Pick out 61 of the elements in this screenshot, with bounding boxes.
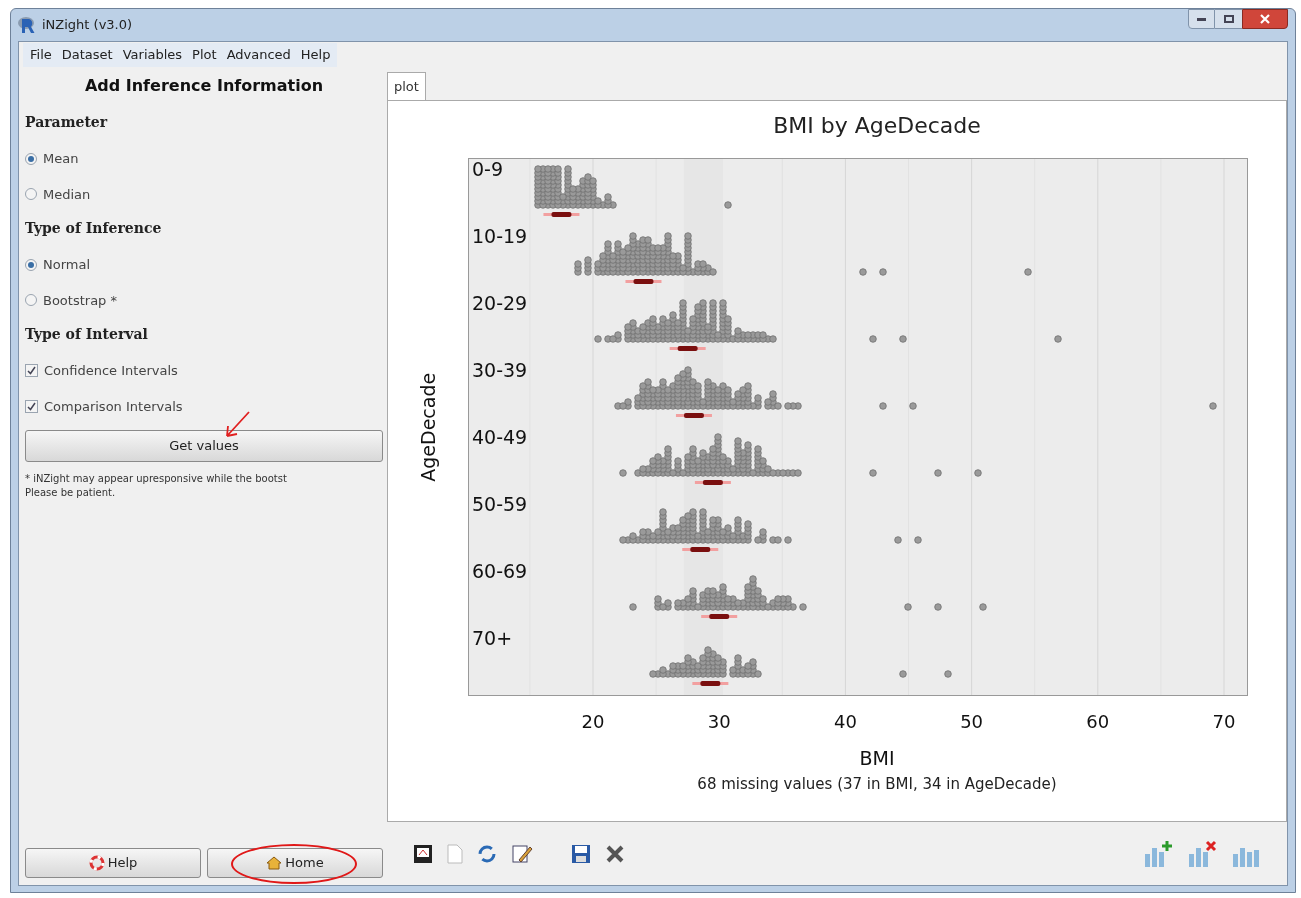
x-tick-label: 40 [833,710,857,734]
radio-button[interactable] [25,188,37,201]
refresh-icon[interactable] [477,843,497,864]
option-label: Comparison Intervals [44,397,183,416]
x-tick-label: 70 [1212,710,1236,734]
group-label: 40-49 [472,428,528,447]
remove-bars-icon[interactable] [1187,839,1217,868]
option-label: Median [43,185,91,204]
r-logo-icon [18,16,36,34]
menu-item[interactable]: Variables [117,45,188,65]
lifebuoy-icon [88,855,105,871]
x-axis-label: BMI [859,746,895,771]
missing-values-note: 68 missing values (37 in BMI, 34 in AgeDecade) [697,773,1057,795]
checkbox[interactable] [25,364,38,378]
menu-item[interactable]: Dataset [56,45,118,65]
maximize-button[interactable] [1215,9,1242,29]
help-button[interactable]: Help [25,848,201,878]
plot-title: BMI by AgeDecade [773,112,981,140]
radio-button[interactable] [25,152,37,165]
close-icon [1260,14,1270,24]
section-heading: Type of Inference [25,219,163,238]
x-tick-label: 20 [581,710,605,734]
group-label: 70+ [472,629,513,648]
export-icon[interactable] [413,843,433,864]
plot-tab[interactable]: plot [387,72,426,100]
menu-item[interactable]: File [25,45,57,65]
close-button[interactable] [1242,9,1288,29]
menu-item[interactable]: Help [295,45,336,65]
note-text: * iNZight may appear upresponsive while the bootst [25,472,288,486]
x-tick-label: 30 [707,710,731,734]
radio-button[interactable] [25,258,37,271]
pencil-icon[interactable] [511,842,533,865]
x-tick-label: 50 [960,710,984,734]
option-label: Normal [43,256,91,274]
group-label: 20-29 [472,294,528,313]
group-label: 10-19 [472,227,528,246]
group-label: 0-9 [472,160,504,179]
option-label: Confidence Intervals [44,362,178,380]
x-tick-label: 60 [1086,710,1110,734]
panel-title: Add Inference Information [83,75,325,97]
window-title: iNZight (v3.0) [42,16,133,35]
group-label: 60-69 [472,562,528,581]
house-icon [266,855,283,871]
menu-item[interactable]: Advanced [221,45,296,65]
section-heading: Type of Interval [25,325,149,344]
section-heading: Parameter [25,113,109,132]
note-text: Please be patient. [25,486,117,500]
add-bars-icon[interactable] [1143,839,1173,868]
option-label: Mean [43,150,79,168]
save-icon[interactable] [571,843,591,864]
radio-button[interactable] [25,294,37,307]
group-label: 30-39 [472,361,528,380]
get-values-button[interactable]: Get values [25,430,383,462]
option-label: Bootstrap * [43,291,117,310]
minimize-button[interactable] [1188,9,1215,29]
checkbox[interactable] [25,399,38,413]
group-label: 50-59 [472,495,528,514]
menu-item[interactable]: Plot [187,45,222,65]
home-button[interactable]: Home [207,848,383,878]
close-icon[interactable] [605,843,625,864]
y-axis-label: AgeDecade [415,372,440,482]
